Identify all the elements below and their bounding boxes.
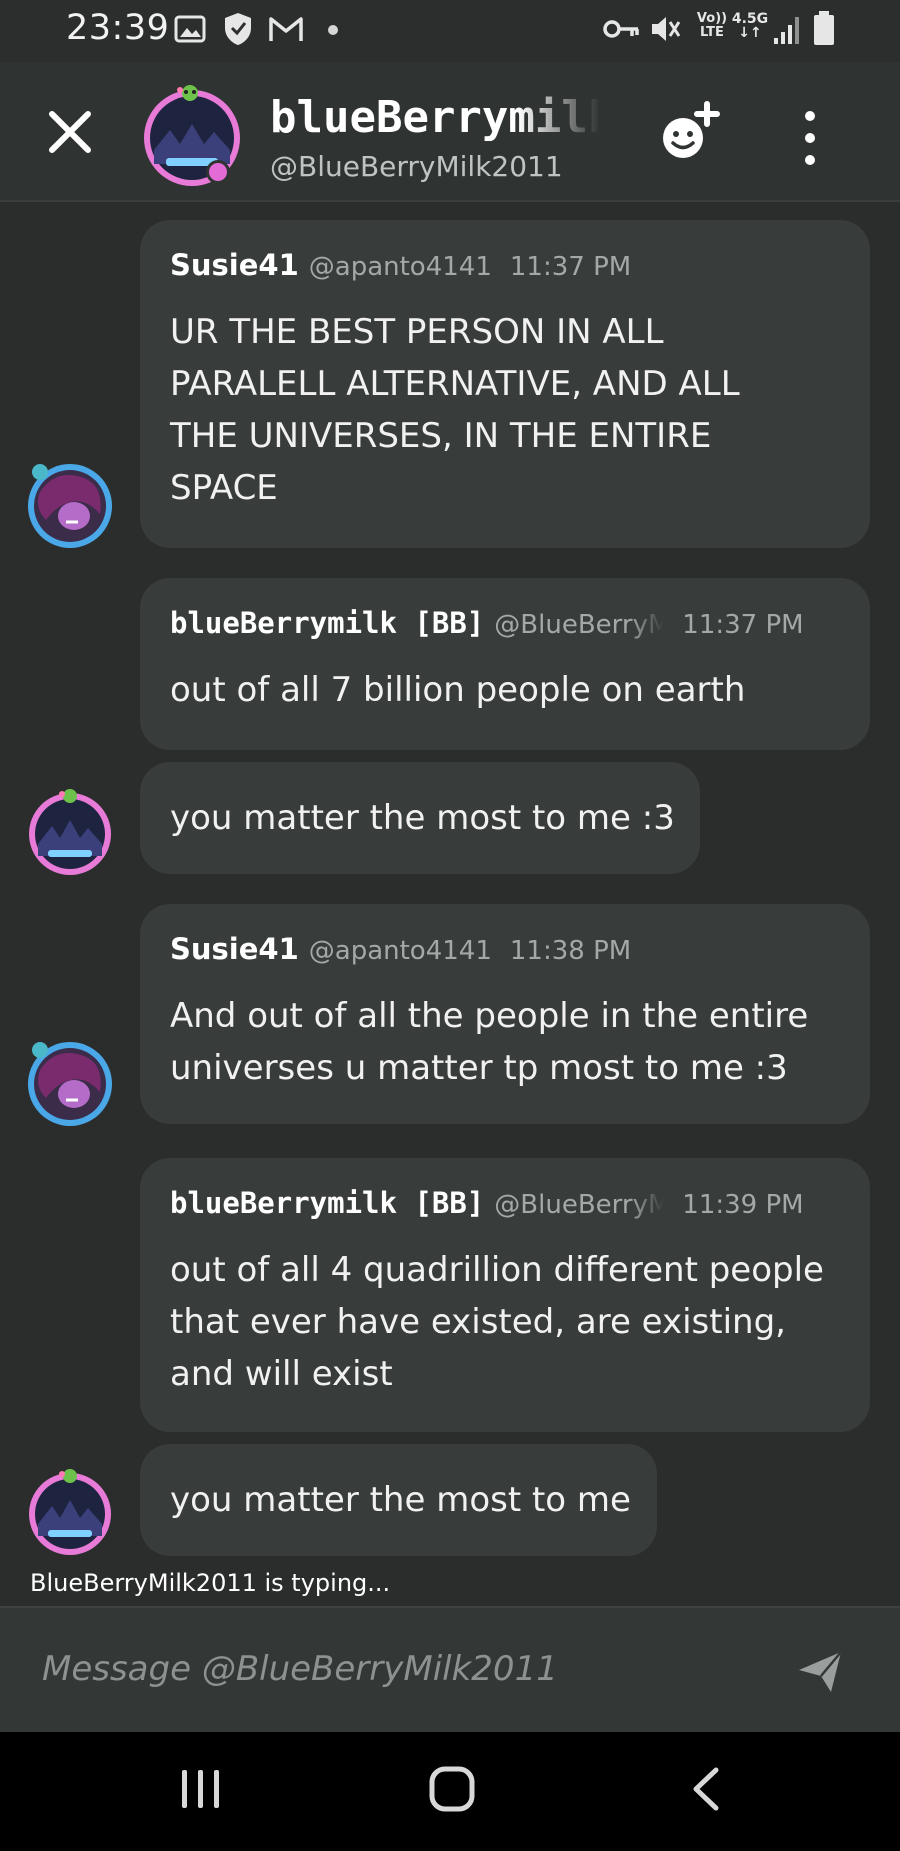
key-icon xyxy=(603,20,639,38)
message-line: universes u matter tp most to me :3 xyxy=(170,1048,788,1088)
message-time: 11:37 PM xyxy=(682,610,804,640)
network-type: 4.5G ↓↑ xyxy=(730,12,770,40)
online-status-dot xyxy=(209,163,227,181)
message-text: you matter the most to me xyxy=(170,1474,631,1526)
dot-icon xyxy=(328,25,338,35)
message-text: out of all 7 billion people on earth xyxy=(170,664,745,716)
message-bubble[interactable]: Susie41 @apanto4141 11:37 PM UR THE BEST P… xyxy=(140,220,870,548)
message-author[interactable]: Susie41 xyxy=(170,248,299,282)
recent-apps-icon[interactable] xyxy=(178,1764,224,1814)
message-line: SPACE xyxy=(170,468,278,508)
header-handle: @BlueBerryMilk2011 xyxy=(270,150,563,183)
message-text: And out of all the people in the entire … xyxy=(170,990,808,1094)
avatar-blueberry[interactable] xyxy=(26,1468,114,1556)
data-arrows-icon: ↓↑ xyxy=(738,25,762,41)
message-time: 11:38 PM xyxy=(509,936,632,966)
message-handle: @BlueBerryM xyxy=(494,610,665,640)
message-bubble[interactable]: Susie41 @apanto4141 11:38 PM And out of al… xyxy=(140,904,870,1124)
message-line: out of all 4 quadrillion different peopl… xyxy=(170,1250,824,1290)
more-icon[interactable] xyxy=(790,106,830,170)
message-meta: blueBerrymilk [BB] @BlueBerryM 11:39 PM xyxy=(170,1186,804,1220)
page-title: blueBerrymilk xyxy=(270,92,600,143)
message-meta: Susie41 @apanto4141 11:37 PM xyxy=(170,248,631,282)
status-time: 23:39 xyxy=(66,8,170,48)
message-author[interactable]: Susie41 xyxy=(170,932,299,966)
message-line: you matter the most to me :3 xyxy=(170,798,675,838)
composer xyxy=(0,1606,900,1734)
add-friend-icon[interactable] xyxy=(655,98,725,168)
battery-icon xyxy=(814,11,834,45)
system-nav-bar xyxy=(0,1732,900,1851)
message-text: out of all 4 quadrillion different peopl… xyxy=(170,1244,824,1400)
message-line: that ever have existed, are existing, xyxy=(170,1302,786,1342)
message-text: UR THE BEST PERSON IN ALL PARALELL ALTER… xyxy=(170,306,740,514)
message-author[interactable]: blueBerrymilk [BB] xyxy=(170,1186,484,1220)
home-icon[interactable] xyxy=(428,1764,478,1814)
message-line: PARALELL ALTERNATIVE, AND ALL xyxy=(170,364,740,404)
gmail-icon xyxy=(269,17,303,41)
gallery-icon xyxy=(174,15,206,43)
close-icon[interactable] xyxy=(44,106,96,158)
message-handle: @BlueBerryM xyxy=(494,1190,665,1220)
message-bubble[interactable]: you matter the most to me :3 xyxy=(140,762,700,874)
avatar[interactable] xyxy=(140,84,244,188)
send-icon[interactable] xyxy=(795,1646,845,1696)
message-author[interactable]: blueBerrymilk [BB] xyxy=(170,606,484,640)
message-line: UR THE BEST PERSON IN ALL xyxy=(170,312,664,352)
avatar-susie[interactable] xyxy=(26,1040,114,1128)
signal-icon xyxy=(774,17,799,44)
status-bar: 23:39 Vo)) LTE 4.5G ↓↑ xyxy=(0,0,900,62)
volte-indicator: Vo)) LTE xyxy=(696,11,728,40)
message-bubble[interactable]: blueBerrymilk [BB] @BlueBerryM 11:39 PM ou… xyxy=(140,1158,870,1432)
shield-icon xyxy=(225,13,251,45)
chat-header: blueBerrymilk @BlueBerryMilk2011 xyxy=(0,62,900,202)
message-meta: Susie41 @apanto4141 11:38 PM xyxy=(170,932,631,966)
message-bubble[interactable]: you matter the most to me xyxy=(140,1444,657,1556)
message-handle: @apanto4141 xyxy=(308,252,492,282)
message-time: 11:39 PM xyxy=(682,1190,804,1220)
message-line: you matter the most to me xyxy=(170,1480,631,1520)
message-line: and will exist xyxy=(170,1354,393,1394)
message-text: you matter the most to me :3 xyxy=(170,792,675,844)
message-meta: blueBerrymilk [BB] @BlueBerryM 11:37 PM xyxy=(170,606,804,640)
message-handle: @apanto4141 xyxy=(308,936,492,966)
typing-indicator: BlueBerryMilk2011 is typing... xyxy=(30,1569,391,1597)
avatar-susie[interactable] xyxy=(26,462,114,550)
message-bubble[interactable]: blueBerrymilk [BB] @BlueBerryM 11:37 PM ou… xyxy=(140,578,870,750)
message-time: 11:37 PM xyxy=(509,252,632,282)
message-input[interactable] xyxy=(40,1638,744,1700)
back-icon[interactable] xyxy=(686,1764,726,1814)
avatar-blueberry[interactable] xyxy=(26,788,114,876)
message-line: out of all 7 billion people on earth xyxy=(170,670,746,710)
message-line: And out of all the people in the entire xyxy=(170,996,809,1036)
message-line: THE UNIVERSES, IN THE ENTIRE xyxy=(170,416,712,456)
mute-icon xyxy=(652,17,681,41)
